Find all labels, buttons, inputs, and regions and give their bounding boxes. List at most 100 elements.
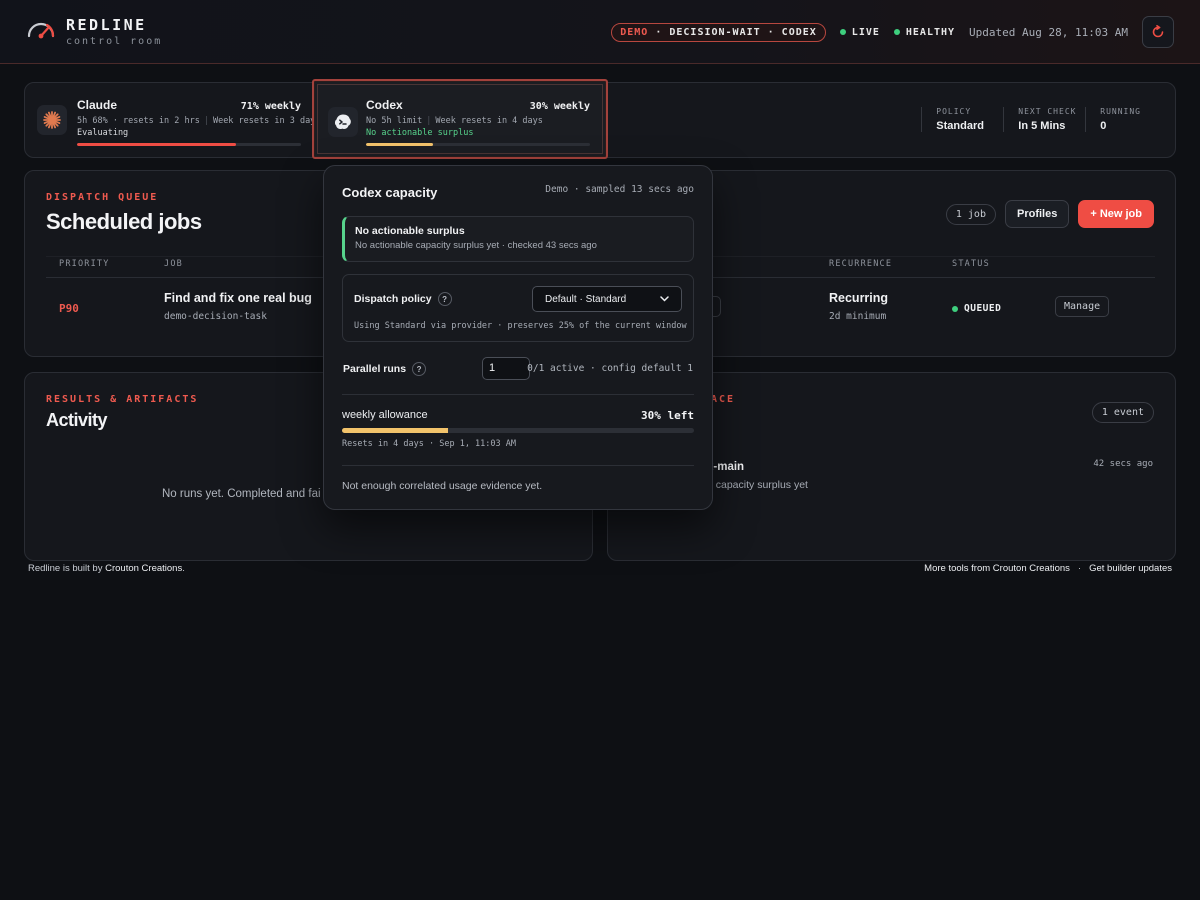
allowance-bar (342, 428, 694, 433)
builder-updates-link[interactable]: Get builder updates (1089, 563, 1172, 574)
provider-name: Codex (366, 98, 403, 112)
job-count-badge: 1 job (945, 203, 996, 225)
provider-name: Claude (77, 98, 118, 112)
popover-divider (342, 465, 694, 466)
provider-meta: No 5h limit | Week resets in 4 days (366, 116, 543, 126)
more-tools-link[interactable]: More tools from Crouton Creations (924, 563, 1070, 574)
health-indicator: HEALTHY (893, 26, 956, 38)
activity-kicker: RESULTS & ARTIFACTS (46, 394, 199, 405)
chevron-down-icon (660, 296, 669, 302)
column-header-job[interactable]: JOB (164, 259, 183, 269)
popover-footer-note: Not enough correlated usage evidence yet… (342, 480, 543, 492)
activity-title: Activity (46, 410, 108, 430)
surplus-title: No actionable surplus (355, 225, 465, 237)
allowance-reset: Resets in 4 days · Sep 1, 11:03 AM (342, 439, 516, 449)
provider-usage-fill (77, 143, 237, 146)
parallel-runs-text: Parallel runs (343, 363, 407, 375)
job-priority: P90 (59, 302, 79, 315)
demo-pill-prefix: DEMO (620, 26, 649, 38)
popover-title: Codex capacity (342, 185, 438, 200)
footer-prefix: Redline is built by (28, 563, 106, 574)
healthy-dot-icon (893, 29, 900, 35)
column-header-status[interactable]: STATUS (952, 259, 990, 269)
parallel-runs-input[interactable]: 1 (482, 357, 530, 380)
demo-mode-pill[interactable]: DEMO · DECISION-WAIT · CODEX (611, 22, 826, 42)
app-header: REDLINE control room DEMO · DECISION-WAI… (0, 0, 1200, 64)
dispatch-policy-box: Dispatch policy ? Default · Standard Usi… (342, 274, 694, 342)
stat-value: In 5 Mins (1018, 120, 1066, 132)
provider-state: No actionable surplus (366, 128, 474, 138)
column-header-priority[interactable]: PRIORITY (59, 259, 110, 269)
crouton-creations-link[interactable]: Crouton Creations (105, 563, 182, 574)
provider-meta-b: Week resets in 4 days (435, 116, 543, 126)
stat-value: Standard (936, 120, 984, 132)
parallel-runs-note: 0/1 active · config default 1 (527, 363, 693, 374)
brand-name: REDLINE (66, 16, 147, 34)
surplus-status-card: No actionable surplus No actionable capa… (342, 216, 694, 262)
brand-subtitle: control room (66, 36, 163, 47)
parallel-runs-label: Parallel runs ? (343, 362, 427, 376)
trace-kicker: ACE (711, 394, 736, 405)
provider-meta-b: Week resets in 3 days (212, 116, 321, 126)
refresh-icon (1152, 25, 1164, 38)
column-header-recurrence[interactable]: RECURRENCE (829, 259, 892, 269)
speedometer-logo-icon (27, 22, 55, 39)
live-dot-icon (839, 29, 846, 35)
job-slug: demo-decision-task (164, 311, 267, 322)
footer-suffix: . (182, 563, 185, 574)
healthy-label: HEALTHY (905, 26, 956, 38)
provider-meta: 5h 68% · resets in 2 hrs | Week resets in … (77, 116, 321, 126)
dispatch-stats: POLICY Standard NEXT CHECK In 5 Mins RUN… (921, 107, 1141, 132)
codex-capacity-popover: Codex capacity Demo · sampled 13 secs ag… (323, 165, 713, 510)
stat-value: 0 (1100, 120, 1107, 132)
header-status-bar: DEMO · DECISION-WAIT · CODEX LIVE HEALTH… (611, 15, 1174, 49)
provider-meta-a: 5h 68% · resets in 2 hrs (77, 116, 200, 126)
stat-policy: POLICY Standard (921, 107, 1003, 132)
help-icon[interactable]: ? (412, 362, 427, 376)
provider-weekly: 71% weekly (240, 101, 301, 112)
allowance-left: 30% left (641, 409, 694, 422)
footer-separator: · (1077, 563, 1082, 574)
provider-codex-body: Codex 30% weekly No 5h limit | Week resets… (366, 98, 590, 146)
event-subtitle: e capacity surplus yet (707, 479, 808, 491)
provider-strip: Claude 71% weekly 5h 68% · resets in 2 h… (24, 79, 1176, 159)
job-title[interactable]: Find and fix one real bug (164, 291, 312, 305)
dispatch-policy-label: Dispatch policy ? (354, 292, 452, 306)
provider-meta-a: No 5h limit (366, 116, 423, 126)
event-time: 42 secs ago (1093, 459, 1153, 469)
provider-usage-bar (366, 143, 590, 146)
manage-button[interactable]: Manage (1055, 296, 1110, 317)
live-label: LIVE (851, 26, 880, 38)
new-job-button[interactable]: + New job (1078, 200, 1154, 228)
claude-sunburst-icon (37, 105, 67, 135)
provider-state: Evaluating (77, 128, 129, 138)
stat-next-check: NEXT CHECK In 5 Mins (1003, 107, 1085, 132)
popover-divider (342, 394, 694, 395)
help-icon[interactable]: ? (437, 292, 452, 306)
provider-card-codex[interactable]: Codex 30% weekly No 5h limit | Week resets… (312, 79, 608, 159)
provider-weekly: 30% weekly (529, 101, 590, 112)
queued-dot-icon (952, 305, 958, 312)
provider-card-claude[interactable]: Claude 71% weekly 5h 68% · resets in 2 h… (25, 83, 321, 157)
stat-label: POLICY (936, 107, 972, 116)
brand[interactable]: REDLINE control room (26, 16, 162, 47)
event-count-badge: 1 event (1091, 402, 1154, 423)
popover-sampled: Demo · sampled 13 secs ago (545, 184, 694, 195)
dispatch-policy-select[interactable]: Default · Standard (532, 286, 682, 312)
provider-usage-fill (366, 143, 434, 146)
dispatch-policy-selected: Default · Standard (545, 293, 627, 305)
allowance-label: weekly allowance (342, 409, 428, 421)
provider-usage-bar (77, 143, 301, 146)
footer-credit: Redline is built by Crouton Creations. (28, 563, 185, 574)
job-status: QUEUED (952, 303, 1001, 314)
job-recurrence: Recurring (829, 291, 889, 305)
codex-terminal-icon (328, 107, 358, 137)
live-indicator: LIVE (839, 26, 880, 38)
allowance-fill (342, 428, 448, 433)
refresh-button[interactable] (1142, 16, 1174, 48)
stat-label: NEXT CHECK (1018, 107, 1077, 116)
profiles-button[interactable]: Profiles (1004, 200, 1070, 228)
provider-claude-body: Claude 71% weekly 5h 68% · resets in 2 h… (77, 98, 321, 146)
job-recurrence-sub: 2d minimum (829, 311, 887, 322)
demo-pill-text: · DECISION-WAIT · CODEX (648, 26, 817, 38)
